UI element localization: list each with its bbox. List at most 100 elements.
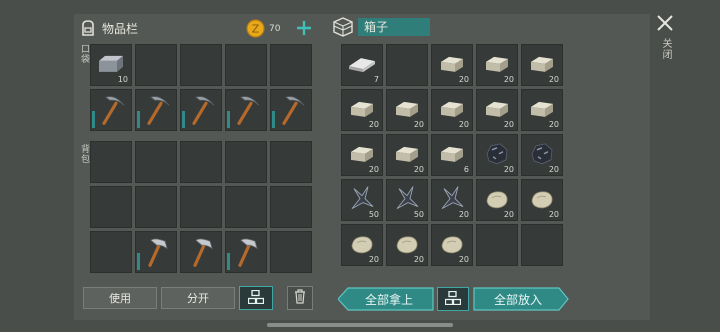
backpack-slot[interactable] [225,186,267,228]
backpack-slot[interactable] [90,186,132,228]
backpack-slot[interactable] [270,231,312,273]
durability-bar [92,111,95,128]
box-slot[interactable] [386,44,428,86]
hotbar-slot[interactable] [270,89,312,131]
item-count: 20 [548,165,559,174]
item-count: 7 [373,75,379,84]
box-grid: 7 20 20 20 20 20 20 20 20 20 20 6 20 20 50 50 20 20 20 20 20… [341,44,563,273]
box-slot[interactable]: 20 [521,134,563,176]
backpack-slot[interactable] [180,141,222,183]
backpack-slot[interactable] [270,141,312,183]
box-slot[interactable]: 20 [386,224,428,266]
backpack-slot[interactable] [270,186,312,228]
backpack-slot[interactable] [225,231,267,273]
backpack-slot[interactable] [90,231,132,273]
backpack-slot[interactable] [135,141,177,183]
close-icon [656,14,674,36]
svg-text:Z: Z [252,23,260,36]
box-slot[interactable]: 20 [476,179,518,221]
hotbar-slot[interactable] [225,89,267,131]
put-all-label: 全部放入 [493,292,542,307]
hotbar-slot[interactable] [270,44,312,86]
box-slot[interactable]: 20 [341,89,383,131]
item-count: 20 [458,255,469,264]
backpack-slot[interactable] [180,231,222,273]
sort-box-button[interactable] [437,287,469,311]
item-count: 20 [413,120,424,129]
inventory-header: 物品栏 [78,18,138,38]
take-all-label: 全部拿上 [364,292,413,307]
hotbar-grid: 10 [90,44,312,131]
box-slot[interactable]: 6 [431,134,473,176]
backpack-slot[interactable] [180,186,222,228]
box-slot[interactable]: 7 [341,44,383,86]
add-coins-icon[interactable] [295,17,313,39]
box-slot[interactable]: 50 [341,179,383,221]
box-slot[interactable]: 50 [386,179,428,221]
durability-bar [137,111,140,128]
box-slot[interactable]: 20 [431,179,473,221]
hotbar-slot[interactable] [90,89,132,131]
backpack-slot[interactable] [90,141,132,183]
durability-bar [137,253,140,270]
durability-bar [227,253,230,270]
take-all-button[interactable]: 全部拿上 [338,287,434,311]
hotbar-slot[interactable] [225,44,267,86]
close-label: 关闭 [660,38,671,60]
item-count: 50 [413,210,424,219]
use-button[interactable]: 使用 [83,287,157,309]
durability-bar [272,111,275,128]
box-slot[interactable]: 20 [521,89,563,131]
box-header: 箱子 [332,17,430,37]
box-slot[interactable]: 20 [476,134,518,176]
box-slot[interactable] [476,224,518,266]
backpack-slot[interactable] [135,231,177,273]
trash-icon [294,289,306,307]
item-count: 20 [503,165,514,174]
item-count: 20 [368,255,379,264]
box-slot[interactable]: 20 [341,134,383,176]
box-slot[interactable]: 20 [476,44,518,86]
hotbar-slot[interactable] [180,44,222,86]
hotbar-slot[interactable]: 10 [90,44,132,86]
close-button[interactable]: 关闭 [654,14,676,68]
split-button[interactable]: 分开 [161,287,235,309]
item-count: 10 [117,75,128,84]
trash-button[interactable] [287,286,313,310]
item-count: 20 [413,255,424,264]
hotbar-slot[interactable] [135,44,177,86]
hotbar-slot[interactable] [135,89,177,131]
box-slot[interactable]: 20 [476,89,518,131]
item-count: 20 [458,210,469,219]
item-count: 20 [413,165,424,174]
box-slot[interactable]: 20 [386,89,428,131]
box-slot[interactable]: 20 [341,224,383,266]
item-count: 20 [548,210,559,219]
box-slot[interactable]: 20 [386,134,428,176]
item-count: 20 [458,120,469,129]
backpack-icon [78,18,98,38]
sort-inventory-button[interactable] [239,286,273,310]
coin-counter: Z 70 [246,19,280,38]
inventory-title: 物品栏 [102,21,139,36]
put-all-button[interactable]: 全部放入 [473,287,569,311]
coin-amount: 70 [269,23,281,34]
item-count: 20 [458,75,469,84]
durability-bar [227,111,230,128]
durability-bar [182,111,185,128]
item-count: 20 [503,120,514,129]
box-icon [332,17,354,37]
box-title: 箱子 [358,18,430,36]
box-slot[interactable]: 20 [521,44,563,86]
box-slot[interactable]: 20 [431,44,473,86]
box-slot[interactable]: 20 [431,224,473,266]
backpack-slot[interactable] [135,186,177,228]
sort-icon [444,290,462,309]
backpack-slot[interactable] [225,141,267,183]
box-slot[interactable] [521,224,563,266]
box-slot[interactable]: 20 [431,89,473,131]
hotbar-slot[interactable] [180,89,222,131]
coin-icon: Z [246,19,265,38]
box-slot[interactable]: 20 [521,179,563,221]
sort-icon [247,289,265,308]
